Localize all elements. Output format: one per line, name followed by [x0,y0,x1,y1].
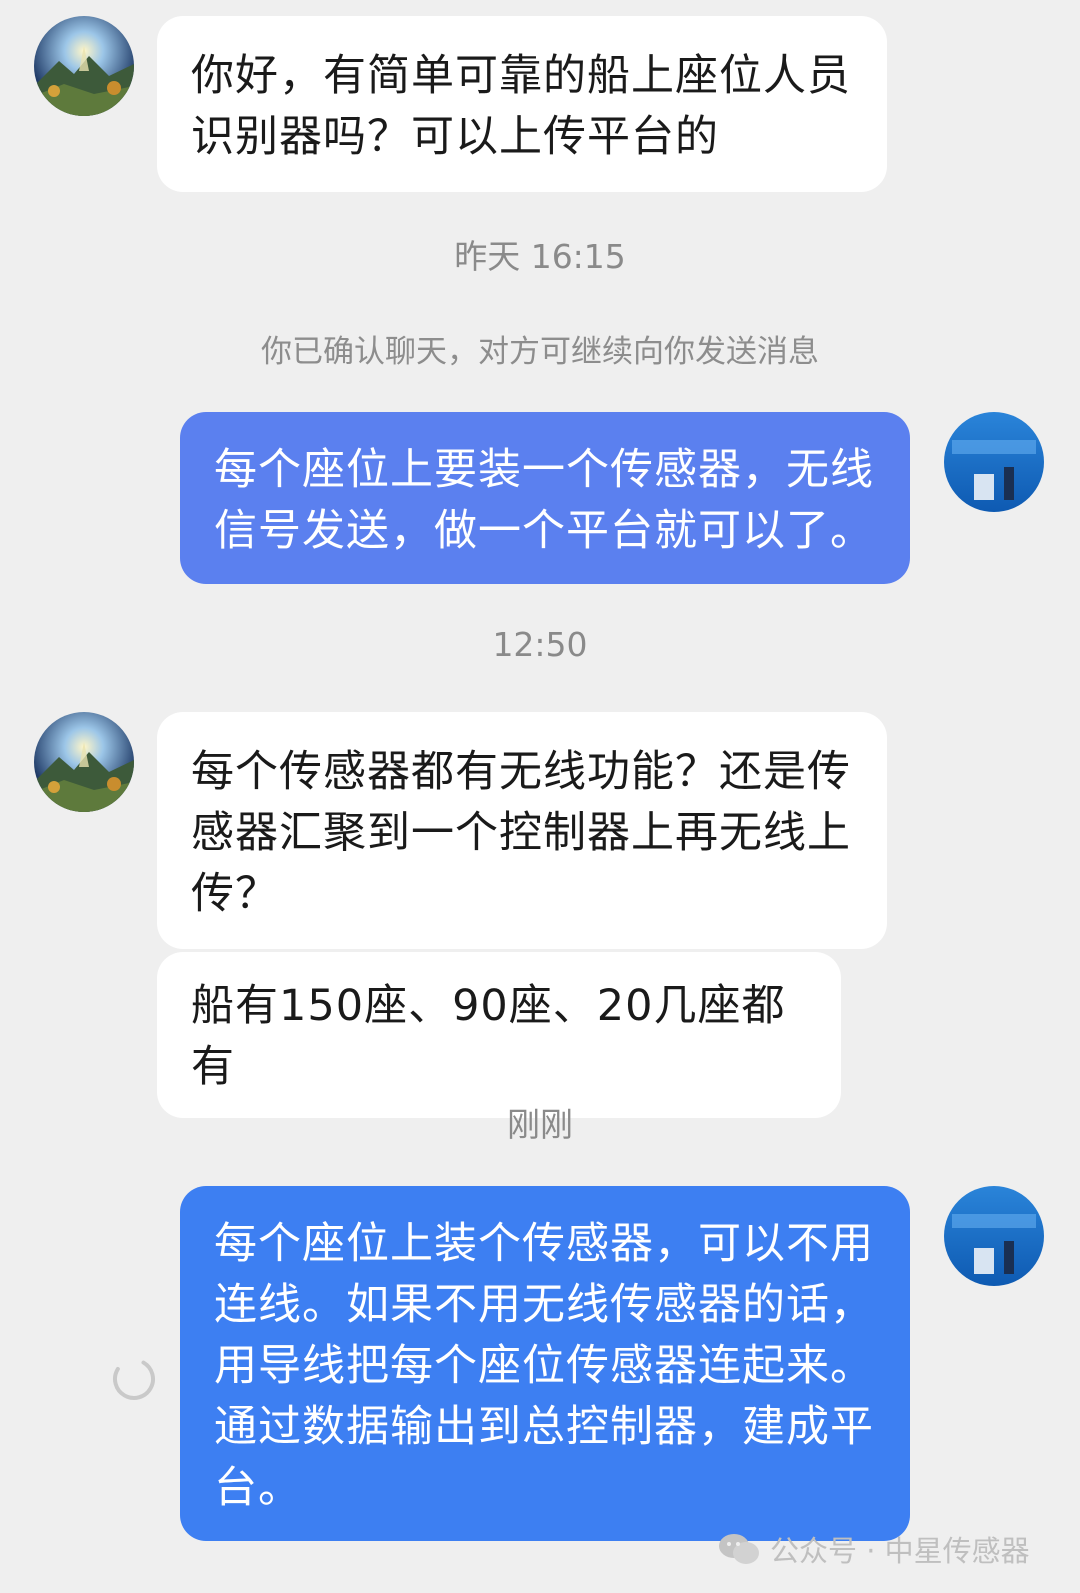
stage-avatar-icon [944,1186,1044,1286]
system-notice: 你已确认聊天，对方可继续向你发送消息 [261,334,819,370]
wechat-icon [719,1534,759,1564]
my-avatar[interactable] [944,1186,1044,1286]
spinner-icon [110,1355,158,1403]
message-text: 船有150座、90座、20几座都有 [191,981,786,1092]
message-bubble-incoming[interactable]: 你好，有简单可靠的船上座位人员识别器吗？可以上传平台的 [157,16,887,192]
watermark: 公众号 · 中星传感器 [718,1527,1030,1571]
landscape-avatar-icon [34,16,134,116]
timestamp: 12:50 [492,625,588,664]
timestamp: 昨天 16:15 [454,237,626,276]
message-bubble-incoming[interactable]: 每个传感器都有无线功能？还是传感器汇聚到一个控制器上再无线上传？ [157,712,887,949]
my-avatar[interactable] [944,412,1044,512]
message-text: 每个座位上装个传感器，可以不用连线。如果不用无线传感器的话，用导线把每个座位传感… [214,1219,874,1513]
message-text: 每个座位上要装一个传感器，无线信号发送，做一个平台就可以了。 [214,445,874,556]
contact-avatar[interactable] [34,16,134,116]
message-bubble-outgoing[interactable]: 每个座位上装个传感器，可以不用连线。如果不用无线传感器的话，用导线把每个座位传感… [180,1186,910,1541]
landscape-avatar-icon [34,712,134,812]
watermark-text: 公众号 · 中星传感器 [770,1534,1030,1568]
message-bubble-incoming[interactable]: 船有150座、90座、20几座都有 [157,952,841,1118]
stage-avatar-icon [944,412,1044,512]
timestamp: 刚刚 [507,1105,573,1144]
contact-avatar[interactable] [34,712,134,812]
message-bubble-outgoing[interactable]: 每个座位上要装一个传感器，无线信号发送，做一个平台就可以了。 [180,412,910,584]
message-text: 每个传感器都有无线功能？还是传感器汇聚到一个控制器上再无线上传？ [191,747,851,919]
message-text: 你好，有简单可靠的船上座位人员识别器吗？可以上传平台的 [191,51,851,162]
